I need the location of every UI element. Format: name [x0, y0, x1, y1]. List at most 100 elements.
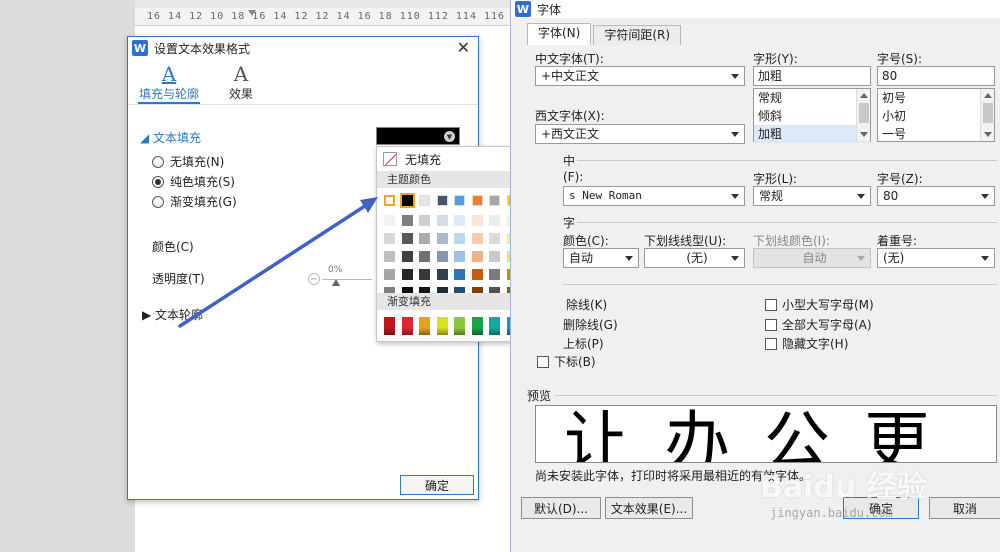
color-swatch[interactable]	[419, 233, 430, 244]
minus-icon[interactable]: −	[308, 273, 320, 285]
text-outline-section[interactable]: ▶ 文本轮廓	[142, 306, 203, 323]
west-font-select[interactable]: +西文正文	[535, 124, 745, 144]
color-swatch[interactable]	[471, 195, 483, 206]
color-swatch[interactable]	[384, 195, 395, 206]
color-swatch[interactable]	[401, 269, 413, 280]
color-swatch[interactable]	[436, 251, 448, 262]
color-swatch[interactable]	[436, 215, 448, 226]
cancel-button[interactable]: 取消	[929, 497, 1000, 519]
subscript-option[interactable]: 下标(B)	[537, 353, 596, 370]
color-swatch[interactable]	[471, 215, 483, 226]
size-option[interactable]: 小初	[878, 107, 994, 125]
underline-type-select[interactable]: (无)	[644, 248, 745, 268]
text-fill-section[interactable]: ◢ 文本填充	[140, 129, 201, 146]
color-swatch[interactable]	[384, 233, 395, 244]
strikethrough-option[interactable]: 除线(K)	[566, 296, 607, 313]
tab-fill-outline[interactable]: A 填充与轮廓	[138, 63, 200, 104]
color-swatch[interactable]	[454, 195, 465, 206]
radio-button-selected[interactable]	[152, 175, 164, 188]
color-swatch[interactable]	[401, 233, 413, 244]
transparency-slider[interactable]: − 0%	[308, 265, 378, 287]
gradient-swatch[interactable]	[489, 317, 500, 335]
color-swatch[interactable]	[471, 233, 483, 244]
ruler-indent-marker[interactable]	[248, 10, 256, 26]
color-swatch[interactable]	[384, 269, 395, 280]
color-swatch[interactable]	[419, 195, 430, 206]
scrollbar[interactable]	[980, 89, 994, 141]
superscript-option[interactable]: 上标(P)	[563, 335, 604, 352]
gradient-swatch[interactable]	[454, 317, 465, 335]
color-swatch[interactable]	[384, 251, 395, 262]
slider-track[interactable]	[322, 279, 372, 280]
color-swatch[interactable]	[489, 269, 500, 280]
color-swatch[interactable]	[419, 215, 430, 226]
color-swatch[interactable]	[489, 233, 500, 244]
color-swatch[interactable]	[489, 251, 500, 262]
scroll-down-icon[interactable]	[860, 132, 868, 137]
default-button[interactable]: 默认(D)...	[521, 497, 601, 519]
color-swatch[interactable]	[489, 195, 500, 206]
color-swatch[interactable]	[454, 269, 465, 280]
color-swatch[interactable]	[436, 195, 448, 206]
color-swatch[interactable]	[401, 215, 413, 226]
radio-button[interactable]	[152, 155, 164, 168]
scrollbar[interactable]	[856, 89, 870, 141]
gradient-swatch[interactable]	[401, 317, 413, 335]
style-option[interactable]: 倾斜	[754, 107, 870, 125]
scroll-up-icon[interactable]	[984, 93, 992, 98]
confirm-button[interactable]: 确定	[400, 475, 474, 495]
scroll-thumb[interactable]	[859, 103, 869, 123]
hidden-text-option[interactable]: 隐藏文字(H)	[765, 335, 848, 352]
size-list[interactable]: 初号 小初 一号	[877, 88, 995, 142]
gradient-swatch[interactable]	[419, 317, 430, 335]
color-swatch[interactable]	[454, 233, 465, 244]
complex-size-select[interactable]: 80	[877, 186, 995, 206]
color-swatch[interactable]	[384, 215, 395, 226]
horizontal-ruler[interactable]: 16 14 12 10 18 16 14 12 12 14 16 18 110 …	[135, 8, 515, 26]
close-icon[interactable]: ✕	[457, 38, 470, 57]
scroll-up-icon[interactable]	[860, 93, 868, 98]
radio-gradient-fill[interactable]: 渐变填充(G)	[152, 193, 237, 210]
size-input[interactable]: 80	[877, 66, 995, 86]
color-swatch[interactable]	[454, 215, 465, 226]
radio-solid-fill[interactable]: 纯色填充(S)	[152, 173, 235, 190]
color-swatch[interactable]	[471, 269, 483, 280]
color-swatch[interactable]	[436, 233, 448, 244]
small-caps-option[interactable]: 小型大写字母(M)	[765, 296, 874, 313]
checkbox[interactable]	[537, 355, 549, 368]
color-swatch[interactable]	[399, 193, 415, 208]
font-color-select[interactable]: 自动	[563, 248, 639, 268]
radio-button[interactable]	[152, 195, 164, 208]
gradient-swatch[interactable]	[471, 317, 483, 335]
text-effect-button[interactable]: 文本效果(E)...	[605, 497, 693, 519]
color-swatch[interactable]	[436, 269, 448, 280]
color-swatch[interactable]	[401, 251, 413, 262]
cn-font-select[interactable]: +中文正文	[535, 66, 745, 86]
color-swatch[interactable]	[471, 251, 483, 262]
double-strikethrough-option[interactable]: 删除线(G)	[563, 316, 618, 333]
radio-no-fill[interactable]: 无填充(N)	[152, 153, 224, 170]
complex-style-select[interactable]: 常规	[753, 186, 871, 206]
style-list[interactable]: 常规 倾斜 加粗	[753, 88, 871, 143]
tab-char-spacing[interactable]: 字符间距(R)	[593, 25, 682, 45]
size-option[interactable]: 初号	[878, 89, 994, 107]
emphasis-select[interactable]: (无)	[877, 248, 995, 268]
style-input[interactable]: 加粗	[753, 66, 871, 86]
checkbox[interactable]	[765, 298, 777, 311]
scroll-thumb[interactable]	[983, 103, 993, 123]
gradient-swatch[interactable]	[384, 317, 395, 335]
slider-thumb[interactable]	[332, 279, 340, 286]
color-swatch[interactable]	[419, 269, 430, 280]
tab-effects[interactable]: A 效果	[210, 63, 272, 104]
scroll-down-icon[interactable]	[984, 132, 992, 137]
color-swatch[interactable]	[419, 251, 430, 262]
gradient-swatch[interactable]	[436, 317, 448, 335]
size-option[interactable]: 一号	[878, 125, 994, 143]
fill-color-picker[interactable]: ▼	[376, 127, 460, 145]
checkbox[interactable]	[765, 318, 777, 331]
color-swatch[interactable]	[454, 251, 465, 262]
tab-font[interactable]: 字体(N)	[527, 23, 592, 45]
all-caps-option[interactable]: 全部大写字母(A)	[765, 316, 872, 333]
checkbox[interactable]	[765, 337, 777, 350]
complex-font-select[interactable]: s New Roman	[563, 186, 745, 206]
